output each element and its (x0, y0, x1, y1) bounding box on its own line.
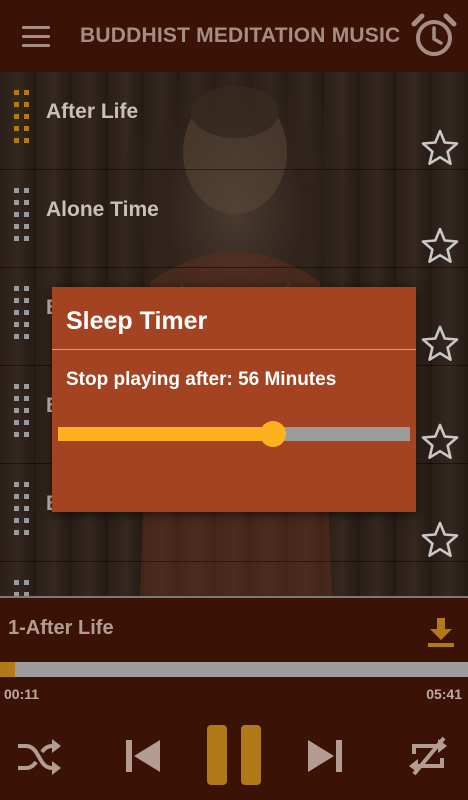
shuffle-icon[interactable] (16, 736, 62, 776)
hamburger-menu-icon[interactable] (22, 26, 50, 48)
dialog-divider (52, 349, 416, 350)
current-time: 00:11 (4, 686, 40, 702)
favorite-star-icon[interactable] (420, 520, 460, 560)
now-playing-title: 1-After Life (8, 617, 114, 639)
drag-handle-icon[interactable] (14, 384, 30, 440)
list-item[interactable]: After Life (0, 72, 468, 170)
slider-thumb[interactable] (260, 421, 286, 447)
favorite-star-icon[interactable] (420, 226, 460, 266)
alarm-clock-icon[interactable] (410, 12, 458, 60)
drag-handle-icon[interactable] (14, 90, 30, 146)
list-item[interactable] (0, 562, 468, 596)
repeat-off-icon[interactable] (406, 734, 450, 778)
track-title: After Life (46, 100, 139, 123)
drag-handle-icon[interactable] (14, 482, 30, 538)
playback-progress-bar[interactable] (0, 662, 468, 677)
list-item[interactable]: Alone Time (0, 170, 468, 268)
favorite-star-icon[interactable] (420, 128, 460, 168)
progress-fill (0, 662, 15, 677)
dialog-title: Sleep Timer (66, 307, 208, 335)
player-bar: 1-After Life 00:11 05:41 (0, 596, 468, 800)
slider-fill (58, 427, 273, 441)
favorite-star-icon[interactable] (420, 422, 460, 462)
pause-icon[interactable] (206, 724, 262, 786)
sleep-timer-dialog: Sleep Timer Stop playing after: 56 Minut… (52, 287, 416, 512)
track-title: Alone Time (46, 198, 159, 221)
download-icon[interactable] (426, 616, 456, 648)
total-duration: 05:41 (426, 686, 462, 702)
previous-track-icon[interactable] (124, 738, 162, 774)
app-title: BUDDHIST MEDITATION MUSIC (80, 24, 401, 47)
drag-handle-icon[interactable] (14, 188, 30, 244)
app-header: BUDDHIST MEDITATION MUSIC (0, 0, 468, 72)
drag-handle-icon[interactable] (14, 286, 30, 342)
drag-handle-icon[interactable] (14, 580, 30, 596)
sleep-timer-label: Stop playing after: 56 Minutes (66, 369, 337, 390)
next-track-icon[interactable] (306, 738, 344, 774)
sleep-timer-slider[interactable] (58, 421, 410, 447)
favorite-star-icon[interactable] (420, 324, 460, 364)
